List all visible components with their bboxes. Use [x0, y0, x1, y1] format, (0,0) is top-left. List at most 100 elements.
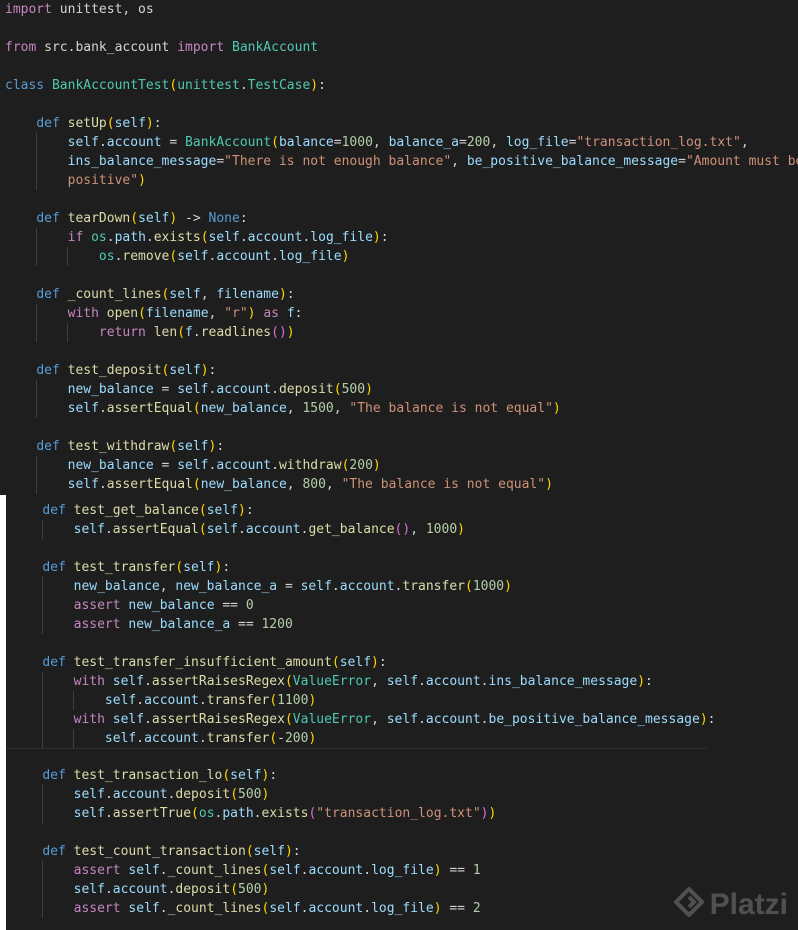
token-var: ins_balance_message — [488, 674, 638, 689]
code-line[interactable]: def tearDown(self) -> None: — [0, 209, 798, 228]
token-kw2: import — [177, 40, 225, 55]
blank-line[interactable] — [6, 823, 798, 842]
blank-line[interactable] — [0, 95, 798, 114]
code-line[interactable]: def test_get_balance(self): — [6, 501, 798, 520]
code-line[interactable]: def test_withdraw(self): — [0, 437, 798, 456]
token-var: new_balance — [67, 458, 154, 473]
watermark-text: Platzi — [709, 887, 788, 921]
token-txt: . — [144, 674, 152, 689]
token-br: ) — [545, 477, 553, 492]
token-num: 1000 — [425, 522, 458, 537]
token-fn: assertEqual — [112, 522, 199, 537]
token-var: self — [269, 901, 301, 916]
code-line[interactable]: def _count_lines(self, filename): — [0, 285, 798, 304]
token-br: ( — [465, 579, 473, 594]
code-line[interactable]: def test_transaction_lo(self): — [6, 766, 798, 785]
segment-divider — [6, 748, 708, 749]
code-line[interactable]: self.account.transfer(1100) — [6, 691, 798, 710]
code-line[interactable]: os.remove(self.account.log_file) — [0, 247, 798, 266]
token-txt: : — [269, 768, 278, 783]
indent-guide — [42, 596, 44, 615]
code-line[interactable]: with self.assertRaisesRegex(ValueError, … — [6, 672, 798, 691]
token-txt: . — [144, 712, 152, 727]
code-line[interactable]: ins_balance_message="There is not enough… — [0, 152, 798, 171]
token-txt: . — [331, 579, 340, 594]
blank-line[interactable] — [0, 342, 798, 361]
token-br2: () — [394, 522, 411, 537]
token-var: self — [73, 522, 105, 537]
code-line[interactable]: self.assertTrue(os.path.exists("transact… — [6, 804, 798, 823]
token-br: ) — [200, 363, 209, 378]
token-txt: . — [159, 901, 168, 916]
token-fn: transfer — [206, 731, 270, 746]
token-var: ins_balance_message — [67, 154, 217, 169]
token-br: ) — [488, 806, 497, 821]
code-line[interactable]: self.assertEqual(self.account.get_balanc… — [6, 520, 798, 539]
code-line[interactable]: def test_transfer(self): — [6, 558, 798, 577]
code-line[interactable]: positive") — [0, 171, 798, 190]
token-txt: : — [286, 287, 295, 302]
token-txt: . — [104, 522, 113, 537]
code-line[interactable]: new_balance = self.account.deposit(500) — [0, 380, 798, 399]
token-txt: . — [271, 249, 279, 264]
indent-guide — [42, 785, 44, 804]
code-line[interactable]: new_balance = self.account.withdraw(200) — [0, 456, 798, 475]
token-var: self — [67, 401, 99, 416]
code-line[interactable]: self.account = BankAccount(balance=1000,… — [0, 133, 798, 152]
code-line[interactable]: assert new_balance == 0 — [6, 596, 798, 615]
token-num: 500 — [238, 787, 262, 802]
blank-line[interactable] — [6, 634, 798, 653]
blank-line[interactable] — [0, 19, 798, 38]
blank-line[interactable] — [6, 539, 798, 558]
code-line[interactable]: self.assertEqual(new_balance, 800, "The … — [0, 475, 798, 494]
blank-line[interactable] — [0, 190, 798, 209]
code-line[interactable]: assert new_balance_a == 1200 — [6, 615, 798, 634]
token-txt: . — [418, 712, 426, 727]
token-kw2: as — [263, 306, 279, 321]
code-line[interactable]: def setUp(self): — [0, 114, 798, 133]
blank-line[interactable] — [0, 266, 798, 285]
token-kw1: def — [42, 768, 66, 783]
code-line[interactable]: self.assertEqual(new_balance, 1500, "The… — [0, 399, 798, 418]
token-cls: BankAccount — [232, 40, 319, 55]
code-line[interactable]: self.account.transfer(-200) — [6, 729, 798, 748]
blank-line[interactable] — [0, 418, 798, 437]
token-var: filename — [145, 306, 209, 321]
indent-guide — [36, 171, 38, 190]
token-var: new_balance — [200, 477, 287, 492]
token-var: account — [112, 787, 168, 802]
code-line[interactable]: def test_transfer_insufficient_amount(se… — [6, 653, 798, 672]
token-txt: == — [230, 617, 262, 632]
token-var: self — [183, 560, 215, 575]
token-kw2: with — [67, 306, 99, 321]
indent-guide — [67, 247, 69, 266]
token-var: account — [106, 135, 162, 150]
code-line[interactable]: from src.bank_account import BankAccount — [0, 38, 798, 57]
token-fn: test_transfer — [73, 560, 176, 575]
code-line[interactable]: assert self._count_lines(self.account.lo… — [6, 861, 798, 880]
code-line[interactable]: new_balance, new_balance_a = self.accoun… — [6, 577, 798, 596]
token-var: self — [269, 863, 301, 878]
token-txt: . — [418, 674, 426, 689]
code-line[interactable]: def test_count_transaction(self): — [6, 842, 798, 861]
token-txt: , — [371, 674, 387, 689]
code-line[interactable]: def test_deposit(self): — [0, 361, 798, 380]
code-line[interactable]: if os.path.exists(self.account.log_file)… — [0, 228, 798, 247]
token-br2: () — [271, 325, 287, 340]
code-line[interactable]: self.account.deposit(500) — [6, 785, 798, 804]
token-var: account — [339, 579, 395, 594]
token-txt: , — [208, 306, 225, 321]
token-br: ( — [269, 731, 278, 746]
code-line[interactable]: with open(filename, "r") as f: — [0, 304, 798, 323]
indent-guide — [42, 861, 44, 880]
token-var: account — [216, 458, 272, 473]
code-line[interactable]: return len(f.readlines()) — [0, 323, 798, 342]
code-line[interactable]: import unittest, os — [0, 0, 798, 19]
blank-line[interactable] — [0, 57, 798, 76]
code-line[interactable]: with self.assertRaisesRegex(ValueError, … — [6, 710, 798, 729]
code-line[interactable]: class BankAccountTest(unittest.TestCase)… — [0, 76, 798, 95]
